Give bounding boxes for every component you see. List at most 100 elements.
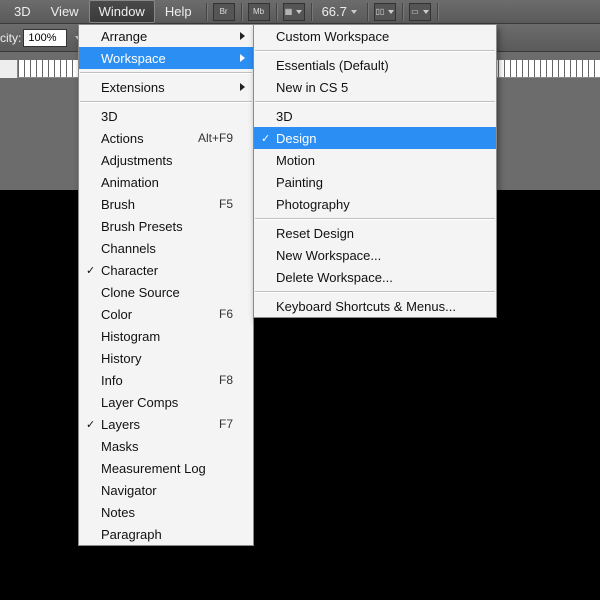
zoom-dropdown[interactable]: 66.7	[322, 4, 357, 19]
menu-separator	[255, 218, 495, 219]
menu-separator	[255, 101, 495, 102]
window-menu-item-brush-presets[interactable]: Brush Presets	[79, 215, 253, 237]
workspace-item-motion[interactable]: Motion	[254, 149, 496, 171]
menu-item-label: Custom Workspace	[276, 29, 476, 44]
menu-shortcut: F6	[219, 307, 233, 321]
menu-separator	[80, 72, 252, 73]
menu-window[interactable]: Window	[89, 0, 155, 23]
window-menu-item-workspace[interactable]: Workspace	[79, 47, 253, 69]
menu-item-label: History	[101, 351, 233, 366]
ruler-corner	[0, 60, 18, 78]
menu-item-label: Channels	[101, 241, 233, 256]
menu-item-label: Navigator	[101, 483, 233, 498]
window-menu-item-paragraph[interactable]: Paragraph	[79, 523, 253, 545]
menu-item-label: Paragraph	[101, 527, 233, 542]
menu-item-label: Keyboard Shortcuts & Menus...	[276, 299, 476, 314]
window-menu-item-character[interactable]: ✓ Character	[79, 259, 253, 281]
window-menu-item-layers[interactable]: ✓ LayersF7	[79, 413, 253, 435]
menu-item-label: Histogram	[101, 329, 233, 344]
menu-item-label: 3D	[276, 109, 476, 124]
window-menu-item-histogram[interactable]: Histogram	[79, 325, 253, 347]
workspace-item-delete-workspace-[interactable]: Delete Workspace...	[254, 266, 496, 288]
menu-item-label: Animation	[101, 175, 233, 190]
chevron-right-icon	[240, 32, 245, 40]
separator	[206, 3, 207, 21]
window-menu-item-animation[interactable]: Animation	[79, 171, 253, 193]
workspace-item-new-in-cs-5[interactable]: New in CS 5	[254, 76, 496, 98]
menu-item-label: Extensions	[101, 80, 233, 95]
window-menu-item-3d[interactable]: 3D	[79, 105, 253, 127]
workspace-item-photography[interactable]: Photography	[254, 193, 496, 215]
menu-item-label: New Workspace...	[276, 248, 476, 263]
workspace-item-new-workspace-[interactable]: New Workspace...	[254, 244, 496, 266]
menu-item-label: Painting	[276, 175, 476, 190]
workspace-item-custom-workspace[interactable]: Custom Workspace	[254, 25, 496, 47]
check-icon: ✓	[261, 132, 270, 145]
window-menu-item-notes[interactable]: Notes	[79, 501, 253, 523]
menu-item-label: Layer Comps	[101, 395, 233, 410]
menu-item-label: Info	[101, 373, 219, 388]
window-menu-item-adjustments[interactable]: Adjustments	[79, 149, 253, 171]
menu-shortcut: Alt+F9	[198, 131, 233, 145]
workspace-submenu: Custom Workspace Essentials (Default) New …	[253, 24, 497, 318]
menu-item-label: Brush	[101, 197, 219, 212]
menu-item-label: Character	[101, 263, 233, 278]
menu-separator	[255, 291, 495, 292]
window-menu-item-brush[interactable]: BrushF5	[79, 193, 253, 215]
menu-item-label: Masks	[101, 439, 233, 454]
screen-mode-icon[interactable]: ▭	[409, 3, 431, 21]
menubar: 3D View Window Help Br Mb ▦ 66.7 ▯▯ ▭	[0, 0, 600, 24]
menu-help[interactable]: Help	[155, 0, 202, 23]
window-menu-item-layer-comps[interactable]: Layer Comps	[79, 391, 253, 413]
menu-view[interactable]: View	[41, 0, 89, 23]
separator	[367, 3, 368, 21]
menu-item-label: Actions	[101, 131, 198, 146]
minibridge-icon[interactable]: Mb	[248, 3, 270, 21]
menu-item-label: Motion	[276, 153, 476, 168]
menu-item-label: Layers	[101, 417, 219, 432]
chevron-right-icon	[240, 83, 245, 91]
menu-item-label: Brush Presets	[101, 219, 233, 234]
bridge-icon[interactable]: Br	[213, 3, 235, 21]
window-menu-item-arrange[interactable]: Arrange	[79, 25, 253, 47]
workspace-item-essentials-default-[interactable]: Essentials (Default)	[254, 54, 496, 76]
menu-item-label: Clone Source	[101, 285, 233, 300]
opacity-input[interactable]	[23, 29, 67, 47]
window-menu-item-extensions[interactable]: Extensions	[79, 76, 253, 98]
menu-item-label: Adjustments	[101, 153, 233, 168]
check-icon: ✓	[86, 264, 95, 277]
window-menu-item-clone-source[interactable]: Clone Source	[79, 281, 253, 303]
menu-item-label: Essentials (Default)	[276, 58, 476, 73]
menu-shortcut: F7	[219, 417, 233, 431]
workspace-item-design[interactable]: ✓ Design	[254, 127, 496, 149]
menu-item-label: Design	[276, 131, 476, 146]
workspace-item-3d[interactable]: 3D	[254, 105, 496, 127]
window-menu-item-masks[interactable]: Masks	[79, 435, 253, 457]
window-menu-item-measurement-log[interactable]: Measurement Log	[79, 457, 253, 479]
window-menu-item-info[interactable]: InfoF8	[79, 369, 253, 391]
workspace-item-reset-design[interactable]: Reset Design	[254, 222, 496, 244]
window-menu-item-channels[interactable]: Channels	[79, 237, 253, 259]
window-menu-item-color[interactable]: ColorF6	[79, 303, 253, 325]
check-icon: ✓	[86, 418, 95, 431]
window-menu-item-navigator[interactable]: Navigator	[79, 479, 253, 501]
menu-item-label: Arrange	[101, 29, 233, 44]
menu-item-label: New in CS 5	[276, 80, 476, 95]
view-extras-icon[interactable]: ▦	[283, 3, 305, 21]
opacity-label: city:	[0, 31, 21, 45]
menu-item-label: Reset Design	[276, 226, 476, 241]
doc-arrange-icon[interactable]: ▯▯	[374, 3, 396, 21]
menu-shortcut: F8	[219, 373, 233, 387]
separator	[402, 3, 403, 21]
menu-separator	[80, 101, 252, 102]
menu-item-label: 3D	[101, 109, 233, 124]
window-menu-item-actions[interactable]: ActionsAlt+F9	[79, 127, 253, 149]
window-menu-item-history[interactable]: History	[79, 347, 253, 369]
menu-shortcut: F5	[219, 197, 233, 211]
workspace-item-painting[interactable]: Painting	[254, 171, 496, 193]
menu-item-label: Delete Workspace...	[276, 270, 476, 285]
separator	[311, 3, 312, 21]
workspace-item-keyboard-shortcuts-menus-[interactable]: Keyboard Shortcuts & Menus...	[254, 295, 496, 317]
menu-3d[interactable]: 3D	[4, 0, 41, 23]
menu-item-label: Notes	[101, 505, 233, 520]
